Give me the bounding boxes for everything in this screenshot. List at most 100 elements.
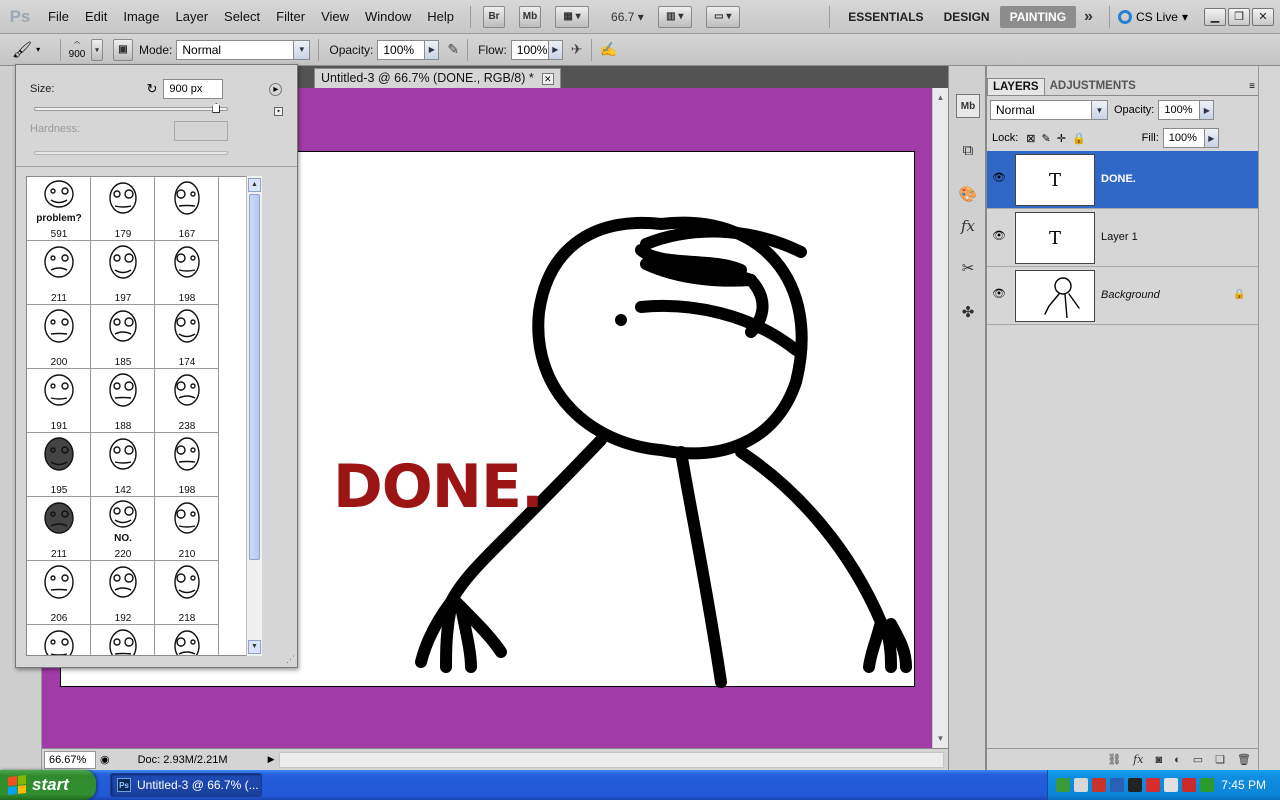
swatches-panel-icon[interactable]: 🎨: [956, 182, 980, 206]
brush-grid-scroll-thumb[interactable]: [249, 194, 260, 560]
flow-input[interactable]: 100%: [510, 39, 549, 60]
arrange-documents-button[interactable]: ▥ ▾: [657, 5, 692, 28]
layer-style-icon[interactable]: fx: [1133, 753, 1143, 766]
mode-select[interactable]: Normal: [176, 39, 295, 60]
menu-edit[interactable]: Edit: [77, 0, 115, 34]
hardness-slider[interactable]: [34, 151, 228, 155]
brush-preset-cell[interactable]: 198: [155, 241, 219, 305]
styles-panel-icon[interactable]: fx: [956, 214, 980, 238]
lock-transparent-icon[interactable]: ⊠: [1026, 132, 1035, 145]
printer-icon[interactable]: [1074, 778, 1088, 792]
security-icon[interactable]: [1182, 778, 1196, 792]
brush-preset-cell[interactable]: 197: [91, 241, 155, 305]
fill-input[interactable]: 100%: [1162, 128, 1205, 148]
taskbar-photoshop-button[interactable]: Ps Untitled-3 @ 66.7% (...: [110, 773, 262, 797]
size-slider[interactable]: [34, 107, 228, 111]
canvas-horizontal-scrollbar[interactable]: [278, 751, 944, 768]
menu-view[interactable]: View: [313, 0, 357, 34]
tab-layers[interactable]: LAYERS: [987, 78, 1045, 95]
brush-preset-cell[interactable]: 218: [155, 561, 219, 625]
zoom-field[interactable]: 66.67%: [44, 750, 96, 769]
layer-mask-icon[interactable]: ◙: [1155, 754, 1162, 766]
mode-dropdown-button[interactable]: ▼: [294, 39, 311, 60]
layer-opacity-slider-button[interactable]: ▶: [1200, 100, 1215, 120]
brush-preset-cell[interactable]: 192: [91, 561, 155, 625]
close-icon[interactable]: ✕: [541, 72, 554, 85]
layer-opacity-input[interactable]: 100%: [1158, 100, 1201, 120]
start-button[interactable]: start: [0, 770, 96, 800]
panel-menu-icon[interactable]: ≡: [1245, 78, 1259, 95]
picker-menu-icon[interactable]: ▸: [269, 82, 283, 96]
opacity-input[interactable]: 100%: [377, 39, 426, 60]
scroll-up-icon[interactable]: ▲: [248, 178, 261, 192]
layer-row-layer-1[interactable]: 👁 T Layer 1: [987, 209, 1259, 267]
brush-panel-toggle[interactable]: ▣: [113, 38, 133, 61]
size-slider-thumb[interactable]: [212, 103, 221, 113]
menu-window[interactable]: Window: [357, 0, 419, 34]
blend-mode-select[interactable]: Normal: [990, 100, 1092, 120]
reset-size-icon[interactable]: ↻: [146, 81, 157, 97]
layer-row-done[interactable]: 👁 T DONE.: [987, 151, 1259, 209]
signal-icon[interactable]: [1200, 778, 1214, 792]
lock-all-icon[interactable]: 🔒: [1072, 132, 1086, 145]
minimize-button[interactable]: ▁: [1204, 7, 1226, 26]
cs-live-menu[interactable]: CS Live ▾: [1117, 9, 1188, 24]
brush-preset-cell[interactable]: problem? 591: [27, 177, 91, 241]
brush-grid-scrollbar[interactable]: ▲ ▼: [246, 176, 262, 656]
document-tab[interactable]: Untitled-3 @ 66.7% (DONE., RGB/8) * ✕: [314, 68, 561, 88]
adjustment-layer-icon[interactable]: ◐: [1174, 754, 1181, 766]
eye-icon[interactable]: 👁: [991, 171, 1007, 187]
lock-position-icon[interactable]: ✛: [1057, 132, 1066, 145]
mini-bridge-button[interactable]: Mb: [519, 5, 542, 28]
close-button[interactable]: ✕: [1252, 7, 1274, 26]
delete-layer-icon[interactable]: 🗑: [1237, 753, 1251, 766]
blend-mode-dropdown-button[interactable]: ▼: [1092, 100, 1108, 120]
restore-button[interactable]: ❐: [1228, 7, 1250, 26]
resize-grip-icon[interactable]: ⋰: [286, 654, 295, 665]
fill-slider-button[interactable]: ▶: [1204, 128, 1219, 148]
bridge-button[interactable]: Br: [483, 5, 506, 28]
screen-mode-button[interactable]: ▭ ▾: [705, 5, 740, 28]
brush-preset-cell[interactable]: 211: [27, 497, 91, 561]
status-menu-icon[interactable]: ▶: [268, 754, 275, 765]
workspace-design[interactable]: DESIGN: [934, 6, 1000, 28]
network-icon[interactable]: [1056, 778, 1070, 792]
tool-presets-panel-icon[interactable]: ✂: [956, 256, 980, 280]
new-group-icon[interactable]: ▭: [1193, 753, 1203, 766]
view-extras-button[interactable]: ▦ ▾: [555, 5, 590, 28]
display-icon[interactable]: [1164, 778, 1178, 792]
brush-preset-cell[interactable]: 200: [27, 305, 91, 369]
opacity-slider-button[interactable]: ▶: [425, 39, 440, 60]
menu-select[interactable]: Select: [216, 0, 268, 34]
new-preset-icon[interactable]: ▪: [274, 107, 283, 116]
brush-preset-cell[interactable]: 211: [27, 241, 91, 305]
brush-preset-cell[interactable]: 167: [155, 177, 219, 241]
brush-preset-cell[interactable]: NO. 220: [91, 497, 155, 561]
brush-picker-toggle[interactable]: ▾: [91, 38, 103, 61]
menu-filter[interactable]: Filter: [268, 0, 313, 34]
canvas-vertical-scrollbar[interactable]: ▲ ▼: [932, 88, 948, 748]
menu-help[interactable]: Help: [419, 0, 462, 34]
scroll-up-icon[interactable]: ▲: [933, 90, 948, 105]
brush-preset-cell[interactable]: 210: [155, 497, 219, 561]
brush-preset-cell[interactable]: 195: [27, 433, 91, 497]
panel-scrollbar[interactable]: [1258, 66, 1280, 770]
more-workspaces-icon[interactable]: »: [1084, 8, 1093, 26]
eye-icon[interactable]: 👁: [991, 229, 1007, 245]
brush-preset-cell[interactable]: [91, 625, 155, 655]
zoom-level-dropdown[interactable]: 66.7 ▾: [611, 10, 644, 24]
link-layers-icon[interactable]: ⛓: [1107, 753, 1121, 766]
airbrush-icon[interactable]: ✈: [571, 41, 583, 58]
brush-preset-picker[interactable]: 𝄐 900: [65, 39, 89, 61]
brush-preset-cell[interactable]: 185: [91, 305, 155, 369]
menu-image[interactable]: Image: [115, 0, 167, 34]
layer-row-background[interactable]: 👁 Background 🔒: [987, 267, 1259, 325]
menu-file[interactable]: File: [40, 0, 77, 34]
eye-icon[interactable]: 👁: [991, 287, 1007, 303]
brush-panel-icon[interactable]: ✤: [956, 300, 980, 324]
history-panel-icon[interactable]: ⧉: [956, 138, 980, 162]
brush-size-input[interactable]: 900 px: [163, 79, 224, 99]
workspace-essentials[interactable]: ESSENTIALS: [838, 6, 933, 28]
media-icon[interactable]: [1146, 778, 1160, 792]
pressure-opacity-icon[interactable]: ✎: [447, 41, 459, 58]
